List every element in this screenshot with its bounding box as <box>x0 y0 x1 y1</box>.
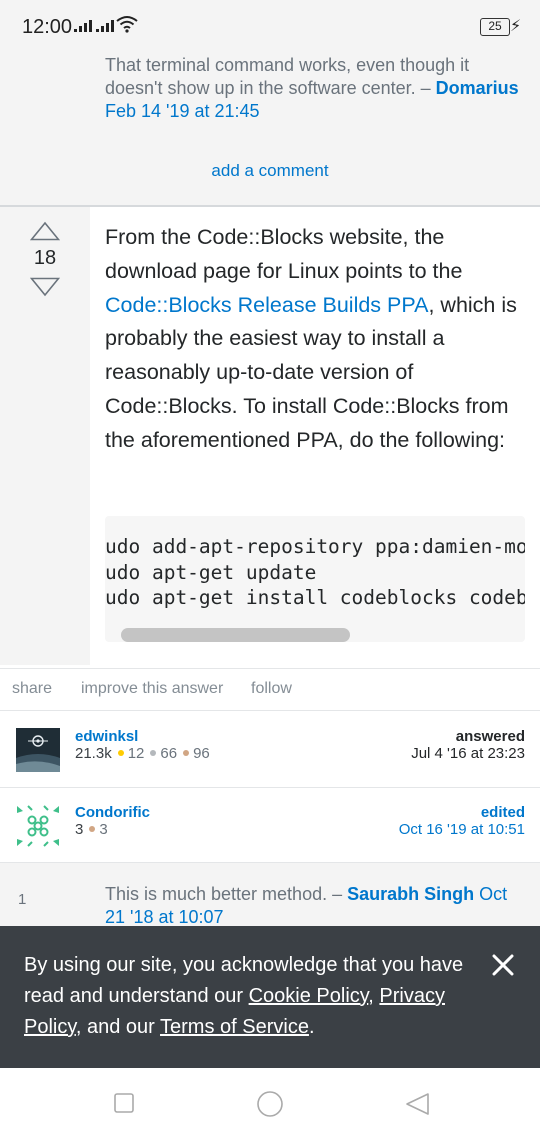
code-line: udo add-apt-repository ppa:damien-mo <box>105 535 525 558</box>
bronze-badge-count: 3 <box>99 821 108 838</box>
avatar[interactable] <box>16 728 60 772</box>
cookie-period: . <box>308 1016 315 1038</box>
answer-actions: share improve this answer follow <box>0 668 540 708</box>
terms-of-service-link[interactable]: Terms of Service <box>160 1016 309 1038</box>
comment-section: That terminal command works, even though… <box>0 40 540 205</box>
comment-date-link[interactable]: Feb 14 '19 at 21:45 <box>105 101 260 121</box>
comment-body: This is much better method. – Saurabh Si… <box>105 883 525 929</box>
gold-badge-count: 12 <box>127 745 145 762</box>
vote-column: 18 <box>0 207 90 665</box>
code-lines: udo add-apt-repository ppa:damien-mo udo … <box>105 534 525 611</box>
follow-link[interactable]: follow <box>251 680 292 698</box>
answer-body: From the Code::Blocks website, the downl… <box>105 221 525 458</box>
bronze-badge-count: 96 <box>193 745 210 762</box>
wifi-icon <box>116 16 138 33</box>
answered-date: Jul 4 '16 at 23:23 <box>411 745 525 762</box>
charging-icon: ⚡ <box>510 18 522 35</box>
reputation-score: 3 <box>75 821 84 838</box>
code-scrollbar[interactable] <box>121 628 350 642</box>
comment: 1 This is much better method. – Saurabh … <box>0 863 540 933</box>
cookie-text: By using our site, you acknowledge that … <box>24 950 474 1043</box>
signal-icon-2 <box>96 20 114 32</box>
cookie-banner: By using our site, you acknowledge that … <box>0 926 540 1068</box>
downvote-icon[interactable] <box>30 277 60 297</box>
comment-score: 1 <box>18 891 27 908</box>
vote-count: 18 <box>33 247 57 269</box>
answered-label: answered <box>455 728 525 745</box>
home-icon[interactable] <box>256 1090 284 1118</box>
edited-label-link[interactable]: edited <box>481 804 525 821</box>
add-comment-link[interactable]: add a comment <box>0 161 540 181</box>
answerer-reputation: 21.3k 12 66 96 <box>75 745 210 762</box>
reputation-score: 21.3k <box>75 745 112 762</box>
battery-icon: 25 <box>480 18 510 36</box>
navigation-bar <box>0 1068 540 1140</box>
close-icon[interactable] <box>490 952 516 978</box>
code-block[interactable]: udo add-apt-repository ppa:damien-mo udo … <box>105 516 525 642</box>
code-line: udo apt-get install codeblocks codeb <box>105 586 525 609</box>
ppa-link[interactable]: Code::Blocks Release Builds PPA <box>105 293 428 317</box>
comment: That terminal command works, even though… <box>105 54 525 123</box>
improve-answer-link[interactable]: improve this answer <box>81 680 223 698</box>
silver-badge-icon <box>150 750 157 757</box>
answer-text-intro: From the Code::Blocks website, the downl… <box>105 225 463 283</box>
upvote-icon[interactable] <box>30 221 60 241</box>
divider <box>0 710 540 711</box>
cookie-comma: , <box>368 985 380 1007</box>
cookie-policy-link[interactable]: Cookie Policy <box>249 985 369 1007</box>
recent-apps-icon[interactable] <box>113 1092 135 1114</box>
gold-badge-icon <box>117 750 124 757</box>
divider <box>0 787 540 788</box>
editor-reputation: 33 <box>75 821 108 838</box>
comment-text: This is much better method. – <box>105 884 348 904</box>
signal-icon <box>74 20 92 32</box>
comment-text: That terminal command works, even though… <box>105 55 470 98</box>
comment-author-link[interactable]: Saurabh Singh <box>347 884 474 904</box>
comment-author-link[interactable]: Domarius <box>436 78 519 98</box>
bronze-badge-icon <box>183 750 190 757</box>
back-icon[interactable] <box>404 1092 430 1116</box>
silver-badge-count: 66 <box>160 745 178 762</box>
avatar[interactable] <box>14 802 62 850</box>
share-link[interactable]: share <box>12 680 52 698</box>
code-line: udo apt-get update <box>105 560 317 584</box>
status-bar: 12:00 25 ⚡ <box>0 0 540 40</box>
answerer-name-link[interactable]: edwinksl <box>75 728 138 745</box>
status-time: 12:00 <box>22 16 73 38</box>
cookie-text-and: , and our <box>75 1016 161 1038</box>
edited-date-link[interactable]: Oct 16 '19 at 10:51 <box>399 821 525 838</box>
editor-name-link[interactable]: Condorific <box>75 804 150 821</box>
bronze-badge-icon <box>89 826 96 833</box>
